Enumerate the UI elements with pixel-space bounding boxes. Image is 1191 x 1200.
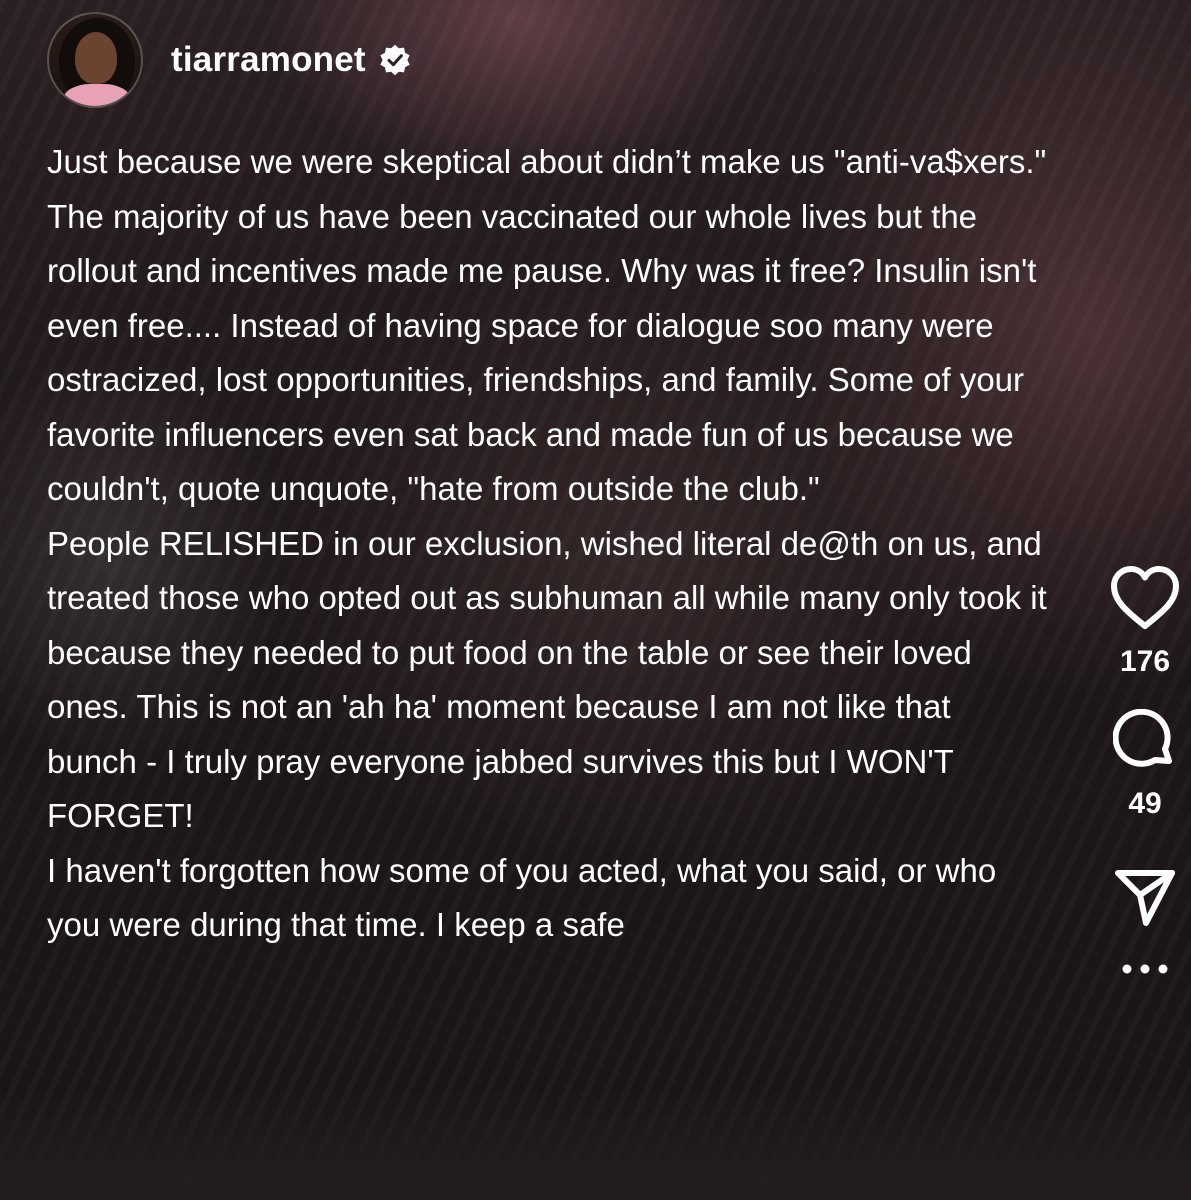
post-header: tiarramonet: [47, 12, 412, 108]
like-count[interactable]: 176: [1120, 645, 1170, 679]
comment-icon[interactable]: [1113, 709, 1177, 773]
action-rail: 176 49: [1100, 565, 1190, 975]
caption-paragraph: I haven't forgotten how some of you acte…: [47, 851, 997, 944]
avatar-face: [75, 32, 117, 84]
caption-paragraph: People RELISHED in our exclusion, wished…: [47, 524, 1047, 835]
more-icon[interactable]: [1121, 963, 1169, 975]
comment-count[interactable]: 49: [1128, 787, 1161, 821]
post-caption: Just because we were skeptical about did…: [47, 135, 1047, 953]
caption-paragraph: Just because we were skeptical about did…: [47, 143, 1047, 507]
avatar[interactable]: [47, 12, 143, 108]
avatar-clothing: [63, 84, 131, 106]
username[interactable]: tiarramonet: [171, 40, 366, 80]
verified-badge-icon: [380, 44, 410, 76]
send-icon[interactable]: [1114, 867, 1176, 929]
heart-icon[interactable]: [1109, 565, 1181, 631]
